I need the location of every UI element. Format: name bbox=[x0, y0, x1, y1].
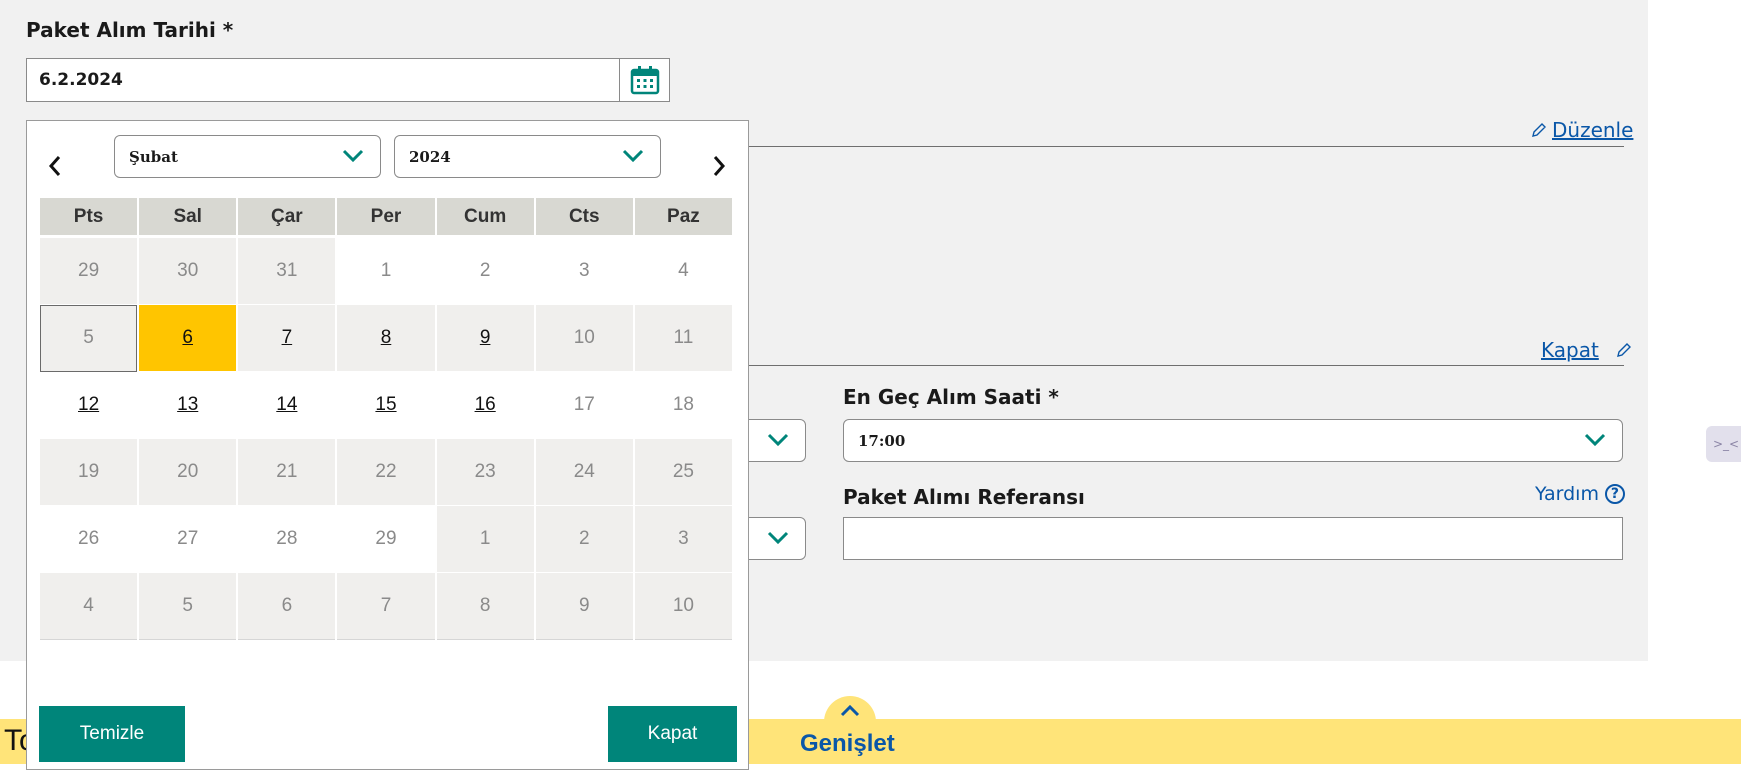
chevron-left-icon bbox=[48, 156, 61, 176]
help-icon: ? bbox=[1604, 484, 1625, 504]
month-select[interactable]: Şubat bbox=[114, 135, 381, 178]
day-cell[interactable]: 15 bbox=[337, 372, 435, 439]
day-cell: 6 bbox=[238, 573, 336, 640]
chevron-right-icon bbox=[713, 156, 726, 176]
weekday-header: Çar bbox=[238, 198, 336, 238]
day-cell: 24 bbox=[535, 439, 633, 506]
chevron-down-icon bbox=[767, 433, 789, 447]
day-cell: 26 bbox=[40, 506, 138, 573]
divider bbox=[749, 146, 1624, 147]
weekday-header: Cum bbox=[436, 198, 534, 238]
calendar-button[interactable] bbox=[619, 59, 669, 101]
reference-input[interactable] bbox=[843, 517, 1623, 560]
day-cell[interactable]: 13 bbox=[139, 372, 237, 439]
day-cell: 22 bbox=[337, 439, 435, 506]
day-cell[interactable]: 9 bbox=[436, 305, 534, 372]
weekday-header: Cts bbox=[535, 198, 633, 238]
close-button[interactable]: Kapat bbox=[608, 706, 737, 762]
day-cell: 7 bbox=[337, 573, 435, 640]
feedback-icon: >_< bbox=[1712, 437, 1740, 451]
day-cell: 2 bbox=[535, 506, 633, 573]
reference-label: Paket Alımı Referansı bbox=[843, 485, 1085, 509]
day-cell: 23 bbox=[436, 439, 534, 506]
chevron-up-icon bbox=[840, 704, 860, 717]
chevron-down-icon bbox=[767, 531, 789, 545]
help-link[interactable]: Yardım? bbox=[1535, 483, 1625, 505]
feedback-widget[interactable]: >_< bbox=[1706, 426, 1741, 462]
latest-time-select[interactable]: 17:00 bbox=[843, 419, 1623, 462]
weekday-header: Paz bbox=[634, 198, 732, 238]
day-cell: 11 bbox=[634, 305, 732, 372]
day-cell: 3 bbox=[634, 506, 732, 573]
day-cell-selected[interactable]: 6 bbox=[139, 305, 237, 372]
latest-time-value: 17:00 bbox=[858, 432, 906, 450]
chevron-down-icon bbox=[1584, 433, 1606, 447]
day-cell: 27 bbox=[139, 506, 237, 573]
collapse-link[interactable]: Kapat bbox=[1541, 338, 1599, 362]
pencil-icon bbox=[1616, 343, 1631, 357]
day-cell: 18 bbox=[634, 372, 732, 439]
day-cell: 19 bbox=[40, 439, 138, 506]
day-cell[interactable]: 7 bbox=[238, 305, 336, 372]
day-cell: 4 bbox=[634, 238, 732, 305]
day-cell: 25 bbox=[634, 439, 732, 506]
help-link-label: Yardım bbox=[1535, 483, 1599, 505]
day-cell: 21 bbox=[238, 439, 336, 506]
weekday-header: Per bbox=[337, 198, 435, 238]
calendar-icon bbox=[630, 66, 659, 95]
clear-button[interactable]: Temizle bbox=[39, 706, 185, 762]
day-cell: 20 bbox=[139, 439, 237, 506]
day-cell[interactable]: 16 bbox=[436, 372, 534, 439]
day-cell: 17 bbox=[535, 372, 633, 439]
calendar-grid: Pts Sal Çar Per Cum Cts Paz 29 30 31 1 2… bbox=[40, 198, 736, 640]
day-cell: 10 bbox=[535, 305, 633, 372]
day-cell: 9 bbox=[535, 573, 633, 640]
day-cell: 31 bbox=[238, 238, 336, 305]
day-cell[interactable]: 14 bbox=[238, 372, 336, 439]
expand-tab[interactable] bbox=[824, 696, 876, 728]
day-cell: 5 bbox=[40, 305, 138, 372]
prev-month-button[interactable] bbox=[43, 151, 67, 181]
pickup-date-label: Paket Alım Tarihi * bbox=[26, 18, 234, 42]
next-month-button[interactable] bbox=[707, 151, 731, 181]
year-value: 2024 bbox=[409, 148, 451, 166]
day-cell: 29 bbox=[40, 238, 138, 305]
day-cell: 28 bbox=[238, 506, 336, 573]
day-cell: 1 bbox=[436, 506, 534, 573]
day-cell: 29 bbox=[337, 506, 435, 573]
divider bbox=[749, 365, 1624, 366]
day-cell: 10 bbox=[634, 573, 732, 640]
chevron-down-icon bbox=[342, 149, 364, 163]
pickup-date-value: 6.2.2024 bbox=[39, 70, 123, 90]
pickup-date-input[interactable]: 6.2.2024 bbox=[26, 58, 670, 102]
day-cell: 5 bbox=[139, 573, 237, 640]
day-cell: 30 bbox=[139, 238, 237, 305]
day-cell[interactable]: 12 bbox=[40, 372, 138, 439]
day-cell: 4 bbox=[40, 573, 138, 640]
day-cell: 3 bbox=[535, 238, 633, 305]
day-cell: 2 bbox=[436, 238, 534, 305]
pencil-icon bbox=[1532, 123, 1546, 137]
chevron-down-icon bbox=[622, 149, 644, 163]
day-cell[interactable]: 8 bbox=[337, 305, 435, 372]
latest-time-label: En Geç Alım Saati * bbox=[843, 385, 1059, 409]
weekday-header: Pts bbox=[40, 198, 138, 238]
date-picker-popup: Şubat 2024 Pts Sal Çar Per Cum Cts Paz 2… bbox=[26, 120, 749, 770]
weekday-header: Sal bbox=[139, 198, 237, 238]
day-cell: 8 bbox=[436, 573, 534, 640]
month-value: Şubat bbox=[129, 148, 178, 166]
year-select[interactable]: 2024 bbox=[394, 135, 661, 178]
day-cell: 1 bbox=[337, 238, 435, 305]
expand-button[interactable]: Genişlet bbox=[800, 730, 895, 758]
edit-link[interactable]: Düzenle bbox=[1552, 118, 1633, 142]
